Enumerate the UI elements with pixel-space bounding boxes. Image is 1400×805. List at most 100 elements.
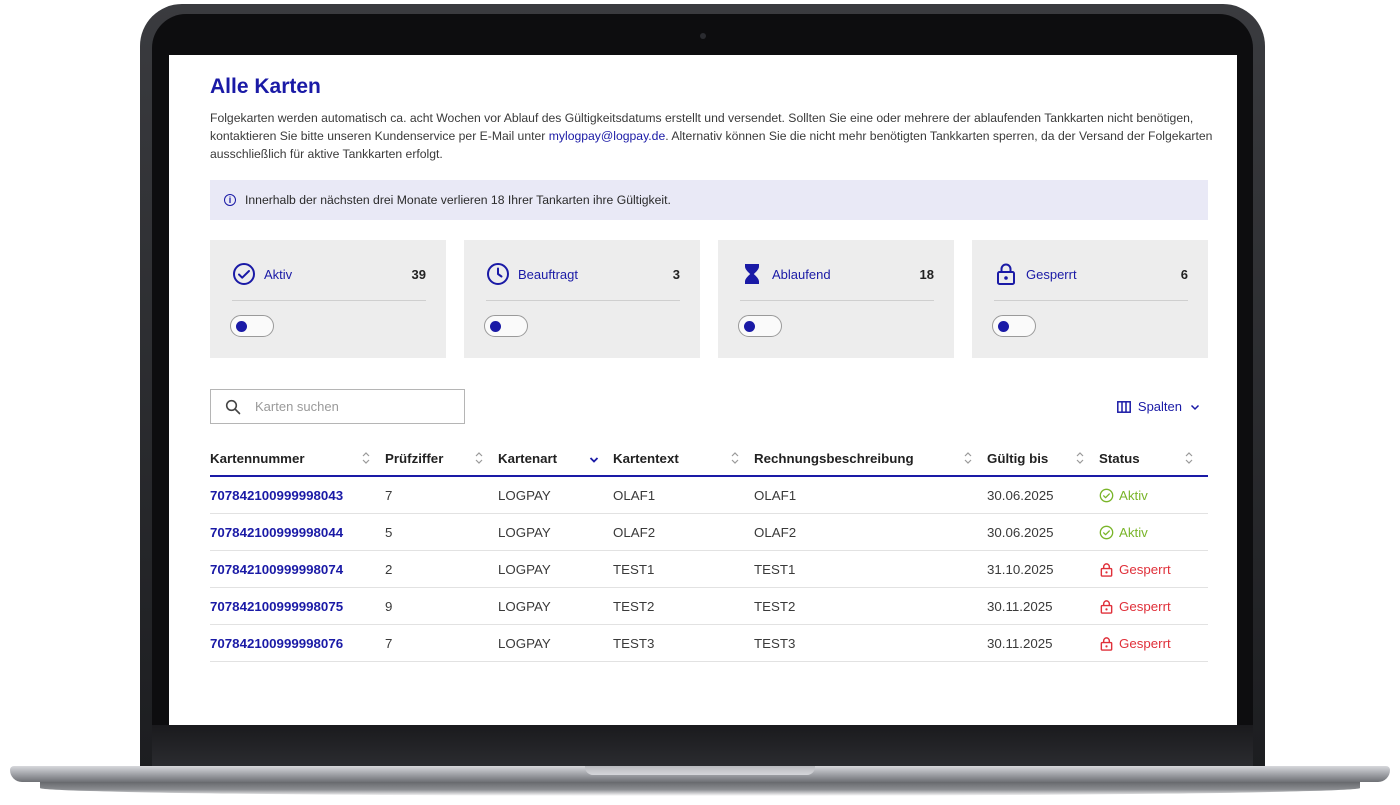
column-header-label: Prüfziffer xyxy=(385,450,444,466)
columns-icon xyxy=(1116,400,1131,413)
filter-toggle-aktiv[interactable] xyxy=(230,315,274,337)
column-header-rechnungsbeschreibung[interactable]: Rechnungsbeschreibung xyxy=(754,441,987,477)
lock-icon xyxy=(1100,562,1113,577)
status-card-label: Beauftragt xyxy=(518,266,578,282)
status-card-gesperrt: Gesperrt 6 xyxy=(972,240,1208,358)
sort-desc-icon xyxy=(589,457,599,463)
divider xyxy=(740,300,934,301)
table-row[interactable]: 707842100999998074 2 LOGPAY TEST1 TEST1 … xyxy=(210,550,1208,588)
cell-pruefziffer: 2 xyxy=(385,550,498,588)
cell-kartentext: OLAF1 xyxy=(613,476,754,514)
sort-icon xyxy=(731,452,739,464)
divider xyxy=(994,300,1188,301)
screen: Alle Karten Folgekarten werden automatis… xyxy=(169,55,1237,725)
status-label: Gesperrt xyxy=(1119,635,1171,651)
status-cards: Aktiv 39 Beauftragt 3 Ablaufend 18 Gespe… xyxy=(210,240,1208,358)
column-header-kartenart[interactable]: Kartenart xyxy=(498,441,613,477)
status-card-ablaufend: Ablaufend 18 xyxy=(718,240,954,358)
cell-status: Aktiv xyxy=(1099,476,1208,514)
cell-pruefziffer: 9 xyxy=(385,587,498,625)
cell-kartenart: LOGPAY xyxy=(498,476,613,514)
info-banner: i Innerhalb der nächsten drei Monate ver… xyxy=(210,180,1208,220)
divider xyxy=(486,300,680,301)
laptop-notch xyxy=(585,766,815,775)
filter-toggle-ablaufend[interactable] xyxy=(738,315,782,337)
columns-button-label: Spalten xyxy=(1137,399,1182,414)
intro-text: Folgekarten werden automatisch ca. acht … xyxy=(210,109,1215,163)
column-header-label: Status xyxy=(1099,450,1140,466)
cell-kartentext: TEST2 xyxy=(613,587,754,625)
column-header-gueltig-bis[interactable]: Gültig bis xyxy=(987,441,1099,477)
cell-kartenart: LOGPAY xyxy=(498,550,613,588)
status-label: Aktiv xyxy=(1119,487,1148,503)
status-label: Gesperrt xyxy=(1119,561,1171,577)
cell-rechnungsbeschreibung: TEST1 xyxy=(754,550,987,588)
cell-status: Gesperrt xyxy=(1099,587,1208,625)
page-title: Alle Karten xyxy=(210,75,321,98)
cell-kartentext: OLAF2 xyxy=(613,513,754,551)
column-header-label: Kartennummer xyxy=(210,450,305,466)
cell-kartentext: TEST1 xyxy=(613,550,754,588)
check-circle-icon xyxy=(232,262,256,286)
cell-rechnungsbeschreibung: TEST3 xyxy=(754,624,987,662)
column-header-label: Gültig bis xyxy=(987,450,1049,466)
cell-gueltig-bis: 30.06.2025 xyxy=(987,476,1099,514)
cell-kartennummer[interactable]: 707842100999998074 xyxy=(210,550,385,588)
status-badge: Aktiv xyxy=(1099,525,1208,540)
cell-status: Gesperrt xyxy=(1099,624,1208,662)
info-icon: i xyxy=(224,194,236,206)
status-card-count: 6 xyxy=(1180,266,1188,282)
cell-kartentext: TEST3 xyxy=(613,624,754,662)
cell-kartennummer[interactable]: 707842100999998043 xyxy=(210,476,385,514)
sort-icon xyxy=(362,452,370,464)
search-icon xyxy=(225,399,241,414)
sort-icon xyxy=(1185,452,1193,464)
divider xyxy=(232,300,426,301)
search-input[interactable] xyxy=(253,398,437,415)
hourglass-icon xyxy=(740,262,764,286)
cell-kartennummer[interactable]: 707842100999998076 xyxy=(210,624,385,662)
camera-icon xyxy=(700,33,706,39)
status-badge: Aktiv xyxy=(1099,488,1208,503)
cell-kartenart: LOGPAY xyxy=(498,624,613,662)
status-card-count: 3 xyxy=(672,266,680,282)
columns-button[interactable]: Spalten xyxy=(1116,399,1200,414)
cell-pruefziffer: 7 xyxy=(385,476,498,514)
cell-gueltig-bis: 31.10.2025 xyxy=(987,550,1099,588)
clock-icon xyxy=(486,262,510,286)
cell-kartenart: LOGPAY xyxy=(498,513,613,551)
lock-icon xyxy=(994,262,1018,286)
table-row[interactable]: 707842100999998043 7 LOGPAY OLAF1 OLAF1 … xyxy=(210,476,1208,514)
status-card-beauftragt: Beauftragt 3 xyxy=(464,240,700,358)
status-card-count: 18 xyxy=(919,266,934,282)
column-header-pruefziffer[interactable]: Prüfziffer xyxy=(385,441,498,477)
cell-kartennummer[interactable]: 707842100999998075 xyxy=(210,587,385,625)
cell-kartennummer[interactable]: 707842100999998044 xyxy=(210,513,385,551)
cell-gueltig-bis: 30.06.2025 xyxy=(987,513,1099,551)
table-row[interactable]: 707842100999998044 5 LOGPAY OLAF2 OLAF2 … xyxy=(210,513,1208,551)
column-header-kartentext[interactable]: Kartentext xyxy=(613,441,754,477)
cell-pruefziffer: 5 xyxy=(385,513,498,551)
status-badge: Gesperrt xyxy=(1099,562,1208,577)
table-header-row: Kartennummer Prüfziffer Kartenart Karten… xyxy=(210,441,1208,477)
support-email-link[interactable]: mylogpay@logpay.de xyxy=(549,129,665,143)
table-row[interactable]: 707842100999998076 7 LOGPAY TEST3 TEST3 … xyxy=(210,624,1208,662)
column-header-kartennummer[interactable]: Kartennummer xyxy=(210,441,385,477)
filter-toggle-gesperrt[interactable] xyxy=(992,315,1036,337)
status-card-aktiv: Aktiv 39 xyxy=(210,240,446,358)
sort-icon xyxy=(964,452,972,464)
table-row[interactable]: 707842100999998075 9 LOGPAY TEST2 TEST2 … xyxy=(210,587,1208,625)
cell-gueltig-bis: 30.11.2025 xyxy=(987,587,1099,625)
check-circle-icon xyxy=(1099,488,1114,502)
laptop-base-shadow xyxy=(40,780,1360,796)
sort-icon xyxy=(475,452,483,464)
status-label: Gesperrt xyxy=(1119,598,1171,614)
cell-rechnungsbeschreibung: TEST2 xyxy=(754,587,987,625)
column-header-status[interactable]: Status xyxy=(1099,441,1208,477)
cell-rechnungsbeschreibung: OLAF2 xyxy=(754,513,987,551)
laptop-bezel-bottom xyxy=(152,725,1253,767)
chevron-down-icon xyxy=(1190,404,1200,410)
status-label: Aktiv xyxy=(1119,524,1148,540)
status-badge: Gesperrt xyxy=(1099,599,1208,614)
filter-toggle-beauftragt[interactable] xyxy=(484,315,528,337)
